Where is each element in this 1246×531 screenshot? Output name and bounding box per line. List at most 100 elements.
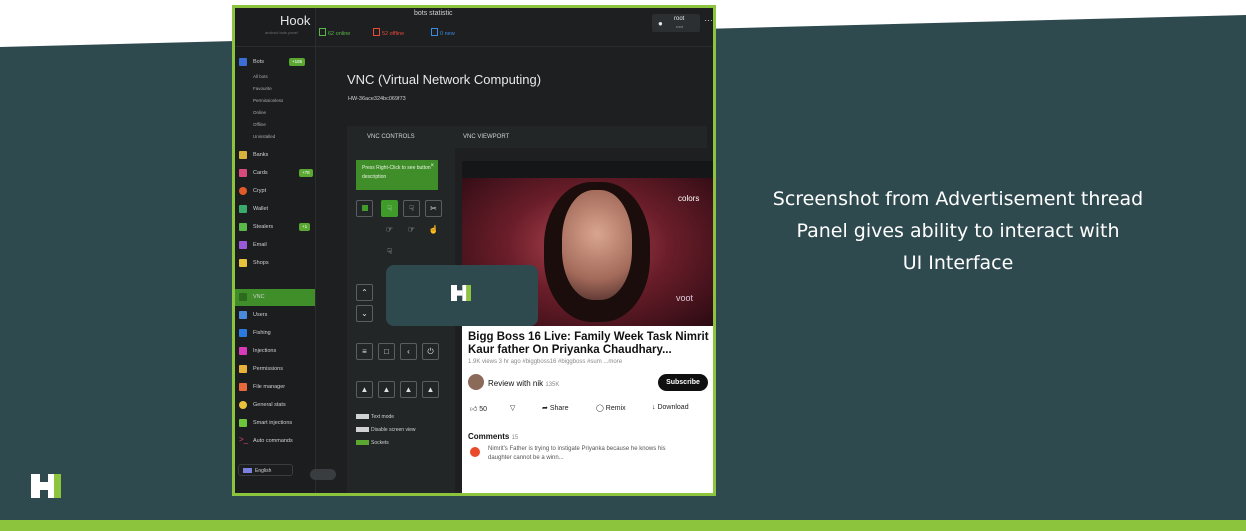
sidebar: Hook android bots panel Bots +185 All bo… [235,8,316,493]
sidebar-item-fishing[interactable]: Fishing [235,325,315,342]
sidebar-item-label: File manager [253,384,286,390]
sidebar-item-bots[interactable]: Bots +185 [235,54,315,71]
sidebar-item-email[interactable]: Email [235,237,315,254]
toggle-switch[interactable] [356,440,369,445]
sidebar-item-permissions[interactable]: Permissions [235,361,315,378]
caption: Screenshot from Advertisement thread Pan… [735,183,1181,279]
sidebar-subitem-online[interactable]: Online [253,110,266,115]
like-button[interactable]: 👍︎ 50 [470,404,487,413]
sidebar-item-wallet[interactable]: Wallet [235,201,315,218]
sidebar-subitem-offline[interactable]: Offline [253,122,266,127]
download-icon: ↓ [652,404,656,411]
remix-button[interactable]: ◯ Remix [596,404,626,412]
user-icon: ● [658,19,663,28]
sidebar-subitem-all-bots[interactable]: All bots [253,74,268,79]
user-menu-button[interactable]: ● root root [652,14,700,32]
toggle-switch[interactable] [356,427,369,432]
sidebar-item-auto-commands[interactable]: >_ Auto commands [235,433,315,450]
download-button[interactable]: ↓ Download [652,404,689,411]
language-select[interactable]: English [238,464,293,476]
sidebar-item-vnc[interactable]: VNC [235,289,315,306]
fishing-icon [239,329,247,337]
toggle-switch[interactable] [356,414,369,419]
cut-button[interactable]: ✂ [425,200,442,217]
stealers-count-badge: +1 [299,223,311,231]
more-options-icon[interactable]: … [704,13,713,23]
scroll-up-button[interactable]: ⌃ [356,284,373,301]
folder-icon [239,383,247,391]
sidebar-item-general-stats[interactable]: General stats [235,397,315,414]
swipe-down-button[interactable]: ☟ [381,244,398,261]
sidebar-item-label: Banks [253,152,269,158]
tab-vnc-controls[interactable]: VNC CONTROLS [367,134,415,140]
disable-screen-view-toggle[interactable]: Disable screen view [356,427,415,433]
lock-button-4[interactable]: ▲ [422,381,439,398]
sidebar-item-label: Crypt [253,188,267,194]
video-watermark: voot [676,293,694,303]
lock-icon: ▲ [382,385,391,394]
language-label: English [255,468,272,474]
power-button[interactable]: ⏻ [422,343,439,360]
sidebar-item-label: Email [253,242,267,248]
double-chevron-down-icon: ⌄ [361,309,368,318]
user-role: root [676,24,683,29]
lock-button-1[interactable]: ▲ [356,381,373,398]
chevron-left-icon: ‹ [407,347,410,356]
sockets-toggle[interactable]: Sockets [356,440,389,446]
sidebar-subitem-uninstalled[interactable]: Uninstalled [253,134,275,139]
sidebar-item-crypt[interactable]: Crypt [235,183,315,200]
sidebar-item-file-manager[interactable]: File manager [235,379,315,396]
lock-button-3[interactable]: ▲ [400,381,417,398]
sidebar-item-users[interactable]: Users [235,307,315,324]
share-button[interactable]: ➦ Share [542,404,569,412]
menu-icon: ≡ [362,347,367,356]
sidebar-subitem-favourite[interactable]: Favourite [253,86,272,91]
panel-screenshot: Hook android bots panel Bots +185 All bo… [232,5,716,496]
sidebar-item-stealers[interactable]: Stealers +1 [235,219,315,236]
menu-button[interactable]: ≡ [356,343,373,360]
text-mode-toggle[interactable]: Text mode [356,414,394,420]
lock-button-2[interactable]: ▲ [378,381,395,398]
stats-title: bots statistic [414,10,453,17]
comment-text: Nimrit's Father is trying to instigate P… [488,446,666,461]
pie-chart-icon [239,401,247,409]
channel-avatar[interactable] [468,374,484,390]
tab-vnc-viewport[interactable]: VNC VIEWPORT [463,134,509,140]
sidebar-item-shops[interactable]: Shops [235,255,315,272]
email-icon [239,241,247,249]
sidebar-item-injections[interactable]: Injections [235,343,315,360]
sidebar-subitem-permissionless[interactable]: Permissionless [253,98,283,103]
swipe-up-icon: ☝ [428,225,439,234]
lock-icon: ▲ [404,385,413,394]
subscribe-button[interactable]: Subscribe [658,374,708,391]
tap-button[interactable]: ☟ [381,200,398,217]
stop-button[interactable] [356,200,373,217]
flag-icon [243,468,252,473]
caption-line-3: UI Interface [902,252,1014,274]
injection-icon [239,347,247,355]
comments-header[interactable]: Comments 15 [468,432,518,441]
online-icon [319,28,326,36]
watermark-overlay [386,265,538,326]
swipe-left-icon: ☞ [385,225,394,234]
channel-name[interactable]: Review with nik 135K [488,379,559,388]
swipe-up-button[interactable]: ☝ [425,222,442,239]
close-icon[interactable]: × [430,162,434,171]
sidebar-item-cards[interactable]: Cards +78 [235,165,315,182]
device-id: HW-36ace324bc069f73 [348,96,406,102]
vnc-icon [239,293,247,301]
terminal-icon: >_ [239,435,249,444]
sidebar-item-banks[interactable]: Banks [235,147,315,164]
swipe-right-button[interactable]: ☞ [403,222,420,239]
bots-count-badge: +185 [289,58,306,66]
sidebar-item-smart-injections[interactable]: Smart injections [235,415,315,432]
swipe-left-button[interactable]: ☞ [381,222,398,239]
app-name: Hook [280,13,311,28]
home-button[interactable]: □ [378,343,395,360]
dislike-button[interactable]: ▽ [510,404,515,412]
video-meta: 1.9K views 3 hr ago #biggboss16 #biggbos… [468,359,623,365]
long-press-button[interactable]: ☟ [403,200,420,217]
sidebar-item-label: Injections [253,348,277,354]
scroll-down-button[interactable]: ⌄ [356,305,373,322]
back-button[interactable]: ‹ [400,343,417,360]
